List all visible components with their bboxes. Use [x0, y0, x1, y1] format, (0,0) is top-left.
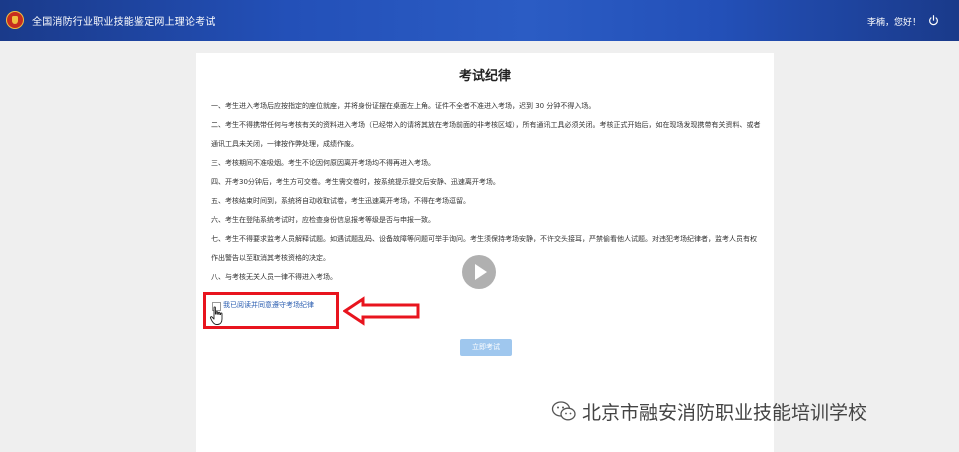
app-title: 全国消防行业职业技能鉴定网上理论考试: [32, 17, 216, 28]
rule-item: 二、考生不得携带任何与考核有关的资料进入考场（已经带入的请将其放在考场前面的非考…: [211, 121, 761, 148]
start-exam-button[interactable]: 立即考试: [460, 339, 512, 356]
play-icon[interactable]: [462, 255, 496, 289]
hand-cursor-icon: [209, 306, 223, 325]
rule-item: 四、开考30分钟后，考生方可交卷。考生需交卷时，按系统提示提交后安静、迅速离开考…: [211, 178, 500, 186]
fire-emblem-icon: [6, 11, 24, 29]
page-title: 考试纪律: [458, 69, 511, 84]
left-arrow-annotation: [343, 296, 420, 326]
top-bar: 全国消防行业职业技能鉴定网上理论考试 李楠，您好！: [0, 0, 959, 41]
exam-rules-card: 考试纪律 一、考生进入考场后应按指定的座位就座，并将身份证摆在桌面左上角。证件不…: [196, 53, 774, 452]
agree-checkbox-label[interactable]: 我已阅读并同意遵守考场纪律: [223, 300, 314, 310]
wechat-icon: [551, 401, 576, 421]
watermark-text: 北京市融安消防职业技能培训学校: [582, 402, 868, 424]
rule-item: 一、考生进入考场后应按指定的座位就座，并将身份证摆在桌面左上角。证件不全者不准进…: [211, 102, 596, 110]
rule-item: 三、考核期间不准吸烟。考生不论因何原因离开考场均不得再进入考场。: [211, 159, 435, 167]
power-icon[interactable]: [928, 15, 939, 26]
user-greeting: 李楠，您好！: [867, 18, 922, 28]
rule-item: 六、考生在登陆系统考试时，应检查身份信息报考等级是否与申报一致。: [211, 216, 435, 224]
rule-item: 五、考核结束时间到，系统将自动收取试卷，考生迅速离开考场，不得在考场逗留。: [211, 197, 470, 205]
